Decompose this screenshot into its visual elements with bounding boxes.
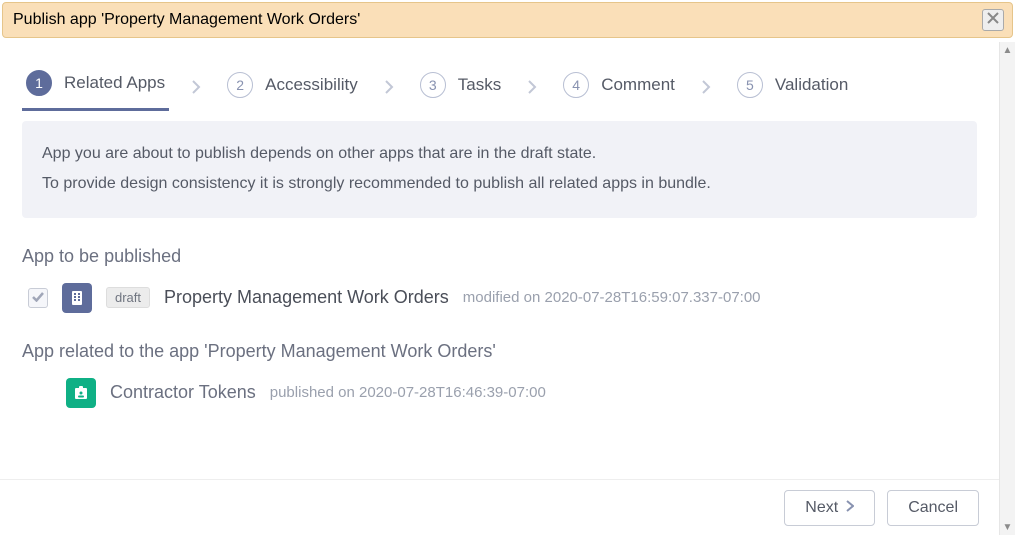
check-icon: [32, 289, 44, 307]
step-related-apps[interactable]: 1 Related Apps: [22, 62, 169, 111]
dialog-body: 1 Related Apps 2 Accessibility 3 Tasks 4…: [0, 42, 999, 535]
wizard-steps: 1 Related Apps 2 Accessibility 3 Tasks 4…: [22, 62, 977, 111]
dialog-title: Publish app 'Property Management Work Or…: [13, 11, 360, 29]
dialog-header: Publish app 'Property Management Work Or…: [2, 2, 1013, 38]
chevron-right-icon: [846, 499, 854, 517]
step-tasks[interactable]: 3 Tasks: [416, 64, 505, 110]
status-badge: draft: [106, 287, 150, 308]
step-label: Validation: [775, 75, 848, 95]
step-number: 3: [420, 72, 446, 98]
step-number: 1: [26, 70, 52, 96]
dialog-footer: Next Cancel: [0, 479, 999, 535]
chevron-right-icon: [687, 79, 725, 95]
related-app-meta: published on 2020-07-28T16:46:39-07:00: [270, 384, 546, 401]
step-label: Accessibility: [265, 75, 358, 95]
chevron-right-icon: [370, 79, 408, 95]
chevron-right-icon: [177, 79, 215, 95]
section-title-related: App related to the app 'Property Managem…: [22, 341, 977, 362]
building-icon: [62, 283, 92, 313]
related-app-name: Contractor Tokens: [110, 382, 256, 403]
cancel-button[interactable]: Cancel: [887, 490, 979, 526]
info-line: App you are about to publish depends on …: [42, 139, 957, 169]
cancel-label: Cancel: [908, 499, 958, 517]
section-title-to-publish: App to be published: [22, 246, 977, 267]
step-number: 5: [737, 72, 763, 98]
info-banner: App you are about to publish depends on …: [22, 121, 977, 218]
step-accessibility[interactable]: 2 Accessibility: [223, 64, 362, 110]
app-checkbox[interactable]: [28, 288, 48, 308]
close-icon: [987, 11, 999, 29]
app-to-publish-row: draft Property Management Work Orders mo…: [22, 283, 977, 313]
step-comment[interactable]: 4 Comment: [559, 64, 679, 110]
step-label: Related Apps: [64, 73, 165, 93]
scrollbar[interactable]: ▲ ▼: [999, 42, 1015, 535]
related-app-row: Contractor Tokens published on 2020-07-2…: [22, 378, 977, 408]
info-line: To provide design consistency it is stro…: [42, 169, 957, 199]
step-number: 4: [563, 72, 589, 98]
close-button[interactable]: [982, 9, 1004, 31]
next-label: Next: [805, 499, 838, 517]
step-number: 2: [227, 72, 253, 98]
step-validation[interactable]: 5 Validation: [733, 64, 852, 110]
scroll-up-icon[interactable]: ▲: [1000, 42, 1015, 58]
step-label: Tasks: [458, 75, 501, 95]
app-meta: modified on 2020-07-28T16:59:07.337-07:0…: [463, 289, 761, 306]
app-name: Property Management Work Orders: [164, 287, 449, 308]
id-badge-icon: [66, 378, 96, 408]
chevron-right-icon: [513, 79, 551, 95]
step-label: Comment: [601, 75, 675, 95]
next-button[interactable]: Next: [784, 490, 875, 526]
